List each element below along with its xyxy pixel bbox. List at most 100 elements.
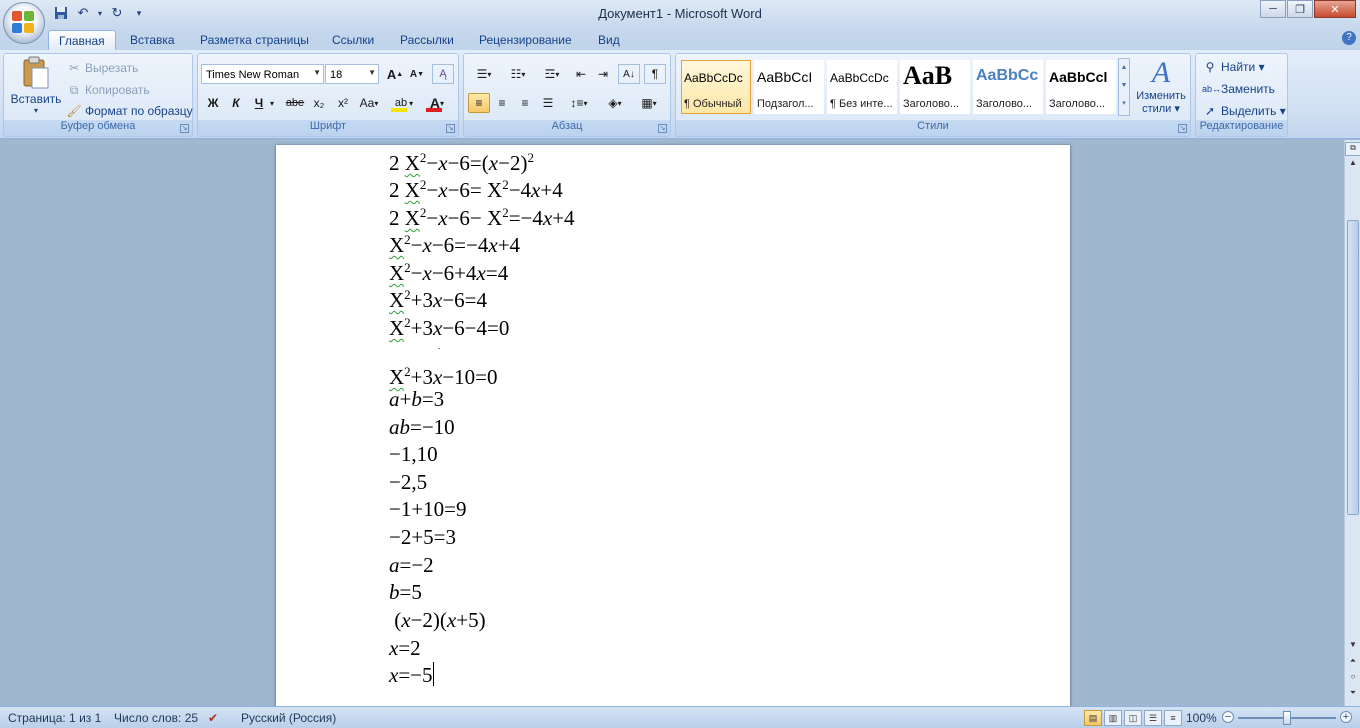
justify-button[interactable]: ☰ [537, 93, 559, 113]
align-center-button[interactable]: ≡ [491, 93, 513, 113]
superscript-button[interactable]: x² [332, 93, 354, 113]
paragraph-launcher-icon[interactable]: ↘ [658, 124, 667, 133]
tab-references[interactable]: Ссылки [322, 30, 384, 50]
page-count[interactable]: Страница: 1 из 1 [8, 711, 101, 725]
style-heading-1[interactable]: AaBbCc Заголово... [973, 60, 1043, 114]
document-line[interactable]: 2 X2−x−6= X2−4x+4 [389, 172, 563, 203]
help-icon[interactable]: ? [1342, 31, 1356, 45]
italic-button[interactable]: К [225, 93, 247, 113]
scroll-down-icon[interactable]: ▼ [1345, 640, 1360, 654]
bold-button[interactable]: Ж [202, 93, 224, 113]
language[interactable]: Русский (Россия) [241, 711, 336, 725]
grow-font-button[interactable]: A ▲ [384, 64, 406, 84]
style-title[interactable]: AaB Заголово... [900, 60, 970, 114]
document-line[interactable]: −1,10 [389, 441, 438, 467]
select-button[interactable]: ➚ Выделить ▾ [1202, 103, 1286, 119]
document-line[interactable]: b=5 [389, 579, 422, 605]
document-line[interactable]: −2,5 [389, 469, 427, 495]
zoom-in-button[interactable]: + [1340, 711, 1352, 723]
increase-indent-button[interactable]: ⇥ [592, 64, 614, 84]
maximize-button[interactable]: ❐ [1287, 0, 1313, 18]
tab-view[interactable]: Вид [588, 30, 630, 50]
ruler-toggle-icon[interactable]: ⧉ [1345, 142, 1360, 156]
office-button[interactable] [3, 2, 45, 44]
word-count[interactable]: Число слов: 25 [114, 711, 198, 725]
change-styles-button[interactable]: A Изменить стили ▾ [1132, 56, 1190, 120]
tab-mailings[interactable]: Рассылки [390, 30, 464, 50]
multilevel-list-button[interactable]: ☲ ▾ [536, 64, 568, 84]
styles-scroll[interactable]: ▲ ▼ ▾ [1118, 58, 1130, 116]
print-layout-view-icon[interactable]: ▤ [1084, 710, 1102, 726]
draft-view-icon[interactable]: ≡ [1164, 710, 1182, 726]
paste-button[interactable]: Вставить ▾ [8, 56, 64, 118]
subscript-button[interactable]: x₂ [308, 93, 330, 113]
proofing-icon[interactable]: ✔ [208, 711, 218, 725]
full-screen-reading-icon[interactable]: ▥ [1104, 710, 1122, 726]
document-line[interactable]: X2+3x−6−4=0 [389, 310, 509, 341]
tab-page-layout[interactable]: Разметка страницы [190, 30, 319, 50]
align-left-button[interactable]: ≡ [468, 93, 490, 113]
document-line[interactable]: ab=−10 [389, 414, 455, 440]
document-page[interactable]: 2 X2−x−6=(x−2)2 2 X2−x−6= X2−4x+4 2 X2−x−6… [276, 145, 1070, 706]
document-line[interactable]: (x−2)(x+5) [389, 607, 485, 633]
style-subtitle[interactable]: AaBbCcI Подзагол... [754, 60, 824, 114]
document-line[interactable]: a+b=3 [389, 386, 444, 412]
document-line[interactable]: −2+5=3 [389, 524, 456, 550]
style-normal[interactable]: AaBbCcDc ¶ Обычный [681, 60, 751, 114]
show-marks-button[interactable]: ¶ [644, 64, 666, 84]
zoom-slider-thumb[interactable] [1283, 711, 1291, 725]
shading-button[interactable]: ◈ ▾ [600, 93, 630, 113]
replace-button[interactable]: ab↔ Заменить [1202, 81, 1275, 97]
math-text: −6−4=0 [442, 316, 510, 340]
tab-review[interactable]: Рецензирование [469, 30, 582, 50]
copy-button[interactable]: ⧉ Копировать [66, 82, 150, 98]
web-layout-icon[interactable]: ◫ [1124, 710, 1142, 726]
clear-formatting-button[interactable]: Ą [432, 64, 454, 84]
document-line[interactable]: . [438, 339, 440, 353]
bullets-button[interactable]: ☰ ▾ [468, 64, 500, 84]
zoom-level[interactable]: 100% [1186, 711, 1217, 725]
tab-insert[interactable]: Вставка [120, 30, 185, 50]
document-line[interactable]: X2−x−6=−4x+4 [389, 227, 520, 258]
change-case-button[interactable]: Aa ▾ [356, 93, 382, 113]
tab-home[interactable]: Главная [48, 30, 116, 50]
math-text: =−5 [398, 663, 433, 687]
cut-button[interactable]: ✂ Вырезать [66, 60, 138, 76]
line-spacing-button[interactable]: ↕≡ ▾ [564, 93, 594, 113]
document-line[interactable]: x=−5 [389, 662, 434, 688]
outline-view-icon[interactable]: ☰ [1144, 710, 1162, 726]
document-line[interactable]: x=2 [389, 635, 421, 661]
font-size-combo[interactable]: 18 ▼ [325, 64, 379, 84]
document-line[interactable]: X2+3x−6=4 [389, 282, 487, 313]
decrease-indent-button[interactable]: ⇤ [570, 64, 592, 84]
font-name-combo[interactable]: Times New Roman ▼ [201, 64, 324, 84]
find-button[interactable]: ⚲ Найти ▾ [1202, 59, 1265, 75]
shrink-font-button[interactable]: A ▼ [406, 64, 428, 84]
scroll-thumb[interactable] [1347, 220, 1359, 515]
sort-button[interactable]: A↓ [618, 64, 640, 84]
strikethrough-button[interactable]: abe [284, 93, 306, 113]
zoom-out-button[interactable]: − [1222, 711, 1234, 723]
font-launcher-icon[interactable]: ↘ [446, 124, 455, 133]
format-painter-button[interactable]: 🖌 Формат по образцу [66, 103, 192, 119]
style-no-spacing[interactable]: AaBbCcDc ¶ Без инте... [827, 60, 897, 114]
borders-button[interactable]: ▦ ▾ [634, 93, 664, 113]
close-button[interactable]: ✕ [1314, 0, 1356, 18]
vertical-scrollbar[interactable]: ⧉ ▲ ▼ ⏶ ○ ⏷ [1344, 140, 1360, 706]
styles-launcher-icon[interactable]: ↘ [1178, 124, 1187, 133]
minimize-button[interactable]: ─ [1260, 0, 1286, 18]
scroll-up-icon[interactable]: ▲ [1345, 158, 1360, 172]
document-line[interactable]: −1+10=9 [389, 496, 467, 522]
next-page-icon[interactable]: ⏷ [1345, 688, 1360, 702]
clipboard-launcher-icon[interactable]: ↘ [180, 124, 189, 133]
document-line[interactable]: a=−2 [389, 552, 434, 578]
highlight-button[interactable]: ab ▾ [388, 93, 418, 113]
align-right-button[interactable]: ≡ [514, 93, 536, 113]
numbering-button[interactable]: ☷ ▾ [502, 64, 534, 84]
previous-page-icon[interactable]: ⏶ [1345, 656, 1360, 670]
underline-dropdown-icon[interactable]: ▾ [266, 93, 278, 113]
underline-icon: Ч [254, 96, 264, 110]
browse-object-icon[interactable]: ○ [1345, 672, 1360, 686]
style-heading-2[interactable]: AaBbCcl Заголово... [1046, 60, 1116, 114]
font-color-button[interactable]: A ▾ [422, 93, 452, 113]
